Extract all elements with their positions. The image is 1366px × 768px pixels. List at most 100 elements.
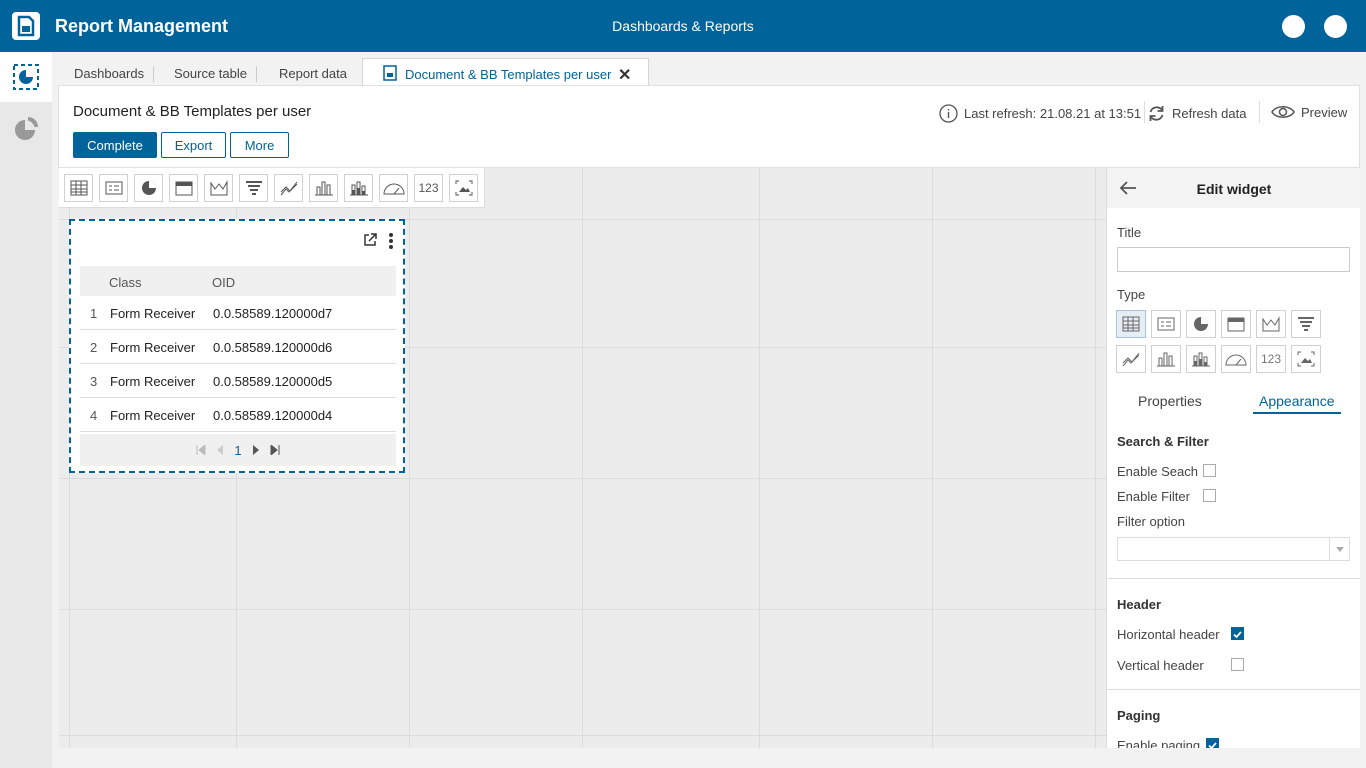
tab-properties[interactable]: Properties: [1138, 393, 1202, 409]
widget-toolbar: 123: [59, 168, 485, 208]
type-pie-icon[interactable]: [1186, 310, 1216, 338]
search-filter-heading: Search & Filter: [1117, 434, 1209, 449]
cell-oid: 0.0.58589.120000d7: [213, 306, 333, 321]
type-stacked-bar-icon[interactable]: [1186, 345, 1216, 373]
first-page-icon[interactable]: [196, 443, 206, 458]
filter-option-select[interactable]: [1117, 537, 1350, 561]
panel-header: Edit widget: [1107, 168, 1360, 208]
type-table-icon[interactable]: [1116, 310, 1146, 338]
vertical-header-checkbox[interactable]: [1231, 658, 1244, 671]
open-external-icon[interactable]: [363, 233, 377, 252]
edit-widget-panel: Edit widget Title Type 123 Properties Ap…: [1106, 168, 1360, 748]
dashboard-canvas[interactable]: 123 Class OID 1 Form Receiver 0.0.58589.…: [59, 168, 1106, 748]
stacked-bar-widget-icon[interactable]: [344, 174, 373, 202]
type-image-icon[interactable]: [1291, 345, 1321, 373]
last-refresh-text: Last refresh: 21.08.21 at 13:51: [964, 106, 1142, 121]
tab-dashboards[interactable]: Dashboards: [74, 60, 155, 86]
table-row[interactable]: 1 Form Receiver 0.0.58589.120000d7: [80, 296, 396, 330]
close-icon[interactable]: ✕: [618, 65, 631, 85]
type-label: Type: [1117, 287, 1146, 302]
panel-title: Edit widget: [1196, 181, 1272, 197]
left-rail: [0, 52, 52, 768]
cell-class: Form Receiver: [110, 340, 196, 355]
row-number: 2: [90, 340, 98, 355]
active-tab-indicator: [1253, 412, 1341, 414]
column-header-class[interactable]: Class: [109, 275, 142, 290]
area-widget-icon[interactable]: [204, 174, 233, 202]
column-header-oid[interactable]: OID: [212, 275, 235, 290]
table-row[interactable]: 2 Form Receiver 0.0.58589.120000d6: [80, 330, 396, 364]
refresh-icon: [1149, 106, 1164, 121]
enable-paging-label: Enable paging: [1117, 738, 1201, 748]
next-page-icon[interactable]: [252, 443, 260, 458]
image-widget-icon[interactable]: [449, 174, 478, 202]
pagination: 1: [80, 434, 396, 466]
type-bar-icon[interactable]: [1151, 345, 1181, 373]
tab-source-table[interactable]: Source table: [174, 60, 257, 86]
pie-chart-icon: [15, 117, 38, 140]
user-avatar[interactable]: [1324, 15, 1347, 38]
rail-dashboard-item[interactable]: [0, 52, 52, 102]
current-page[interactable]: 1: [234, 443, 241, 458]
type-calendar-icon[interactable]: [1221, 310, 1251, 338]
table-widget-icon[interactable]: [64, 174, 93, 202]
type-number-icon[interactable]: 123: [1256, 345, 1286, 373]
dashboard-icon: [13, 64, 39, 90]
tab-bar: Dashboards Source table Report data Docu…: [58, 52, 1360, 87]
row-number: 3: [90, 374, 98, 389]
cell-oid: 0.0.58589.120000d5: [213, 374, 333, 389]
preview-label: Preview: [1301, 104, 1348, 120]
top-bar: Report Management Dashboards & Reports: [0, 0, 1366, 52]
preview-button[interactable]: Preview: [1271, 104, 1347, 120]
type-list-icon[interactable]: [1151, 310, 1181, 338]
table-widget[interactable]: Class OID 1 Form Receiver 0.0.58589.1200…: [69, 219, 405, 473]
horizontal-header-label: Horizontal header: [1117, 627, 1220, 642]
notifications-icon[interactable]: [1282, 15, 1305, 38]
more-button[interactable]: More: [230, 132, 289, 158]
horizontal-header-checkbox[interactable]: [1231, 627, 1244, 640]
line-widget-icon[interactable]: [274, 174, 303, 202]
enable-paging-checkbox[interactable]: [1206, 738, 1219, 748]
pie-widget-icon[interactable]: [134, 174, 163, 202]
tab-report-data[interactable]: Report data: [279, 60, 347, 86]
list-widget-icon[interactable]: [99, 174, 128, 202]
page-title: Document & BB Templates per user: [73, 103, 312, 120]
export-button[interactable]: Export: [161, 132, 226, 158]
prev-page-icon[interactable]: [216, 443, 224, 458]
paging-heading: Paging: [1117, 708, 1161, 723]
tab-appearance[interactable]: Appearance: [1259, 393, 1335, 409]
last-page-icon[interactable]: [270, 443, 280, 458]
enable-filter-label: Enable Filter: [1117, 489, 1190, 504]
enable-search-label: Enable Seach: [1117, 464, 1198, 479]
tab-label: Document & BB Templates per user: [405, 67, 612, 82]
more-vertical-icon[interactable]: [389, 233, 393, 252]
complete-button[interactable]: Complete: [73, 132, 157, 158]
enable-filter-checkbox[interactable]: [1203, 489, 1216, 502]
page-header: Document & BB Templates per user Complet…: [58, 85, 1360, 168]
section-title: Dashboards & Reports: [612, 18, 754, 34]
number-widget-icon[interactable]: 123: [414, 174, 443, 202]
type-funnel-icon[interactable]: [1291, 310, 1321, 338]
gauge-widget-icon[interactable]: [379, 174, 408, 202]
type-gauge-icon[interactable]: [1221, 345, 1251, 373]
enable-search-checkbox[interactable]: [1203, 464, 1216, 477]
cell-oid: 0.0.58589.120000d4: [213, 408, 333, 423]
header-heading: Header: [1117, 597, 1162, 612]
filter-option-label: Filter option: [1117, 514, 1185, 529]
rail-reports-item[interactable]: [0, 104, 52, 154]
table-row[interactable]: 4 Form Receiver 0.0.58589.120000d4: [80, 398, 396, 432]
refresh-data-button[interactable]: Refresh data: [1147, 104, 1246, 123]
type-area-icon[interactable]: [1256, 310, 1286, 338]
eye-icon: [1271, 106, 1295, 118]
tab-document-templates[interactable]: Document & BB Templates per user ✕: [362, 58, 649, 87]
table-row[interactable]: 3 Form Receiver 0.0.58589.120000d5: [80, 364, 396, 398]
refresh-label: Refresh data: [1172, 106, 1247, 121]
type-line-icon[interactable]: [1116, 345, 1146, 373]
report-icon: [383, 65, 397, 84]
title-input[interactable]: [1117, 247, 1350, 272]
calendar-widget-icon[interactable]: [169, 174, 198, 202]
funnel-widget-icon[interactable]: [239, 174, 268, 202]
cell-class: Form Receiver: [110, 408, 196, 423]
cell-class: Form Receiver: [110, 306, 196, 321]
bar-widget-icon[interactable]: [309, 174, 338, 202]
